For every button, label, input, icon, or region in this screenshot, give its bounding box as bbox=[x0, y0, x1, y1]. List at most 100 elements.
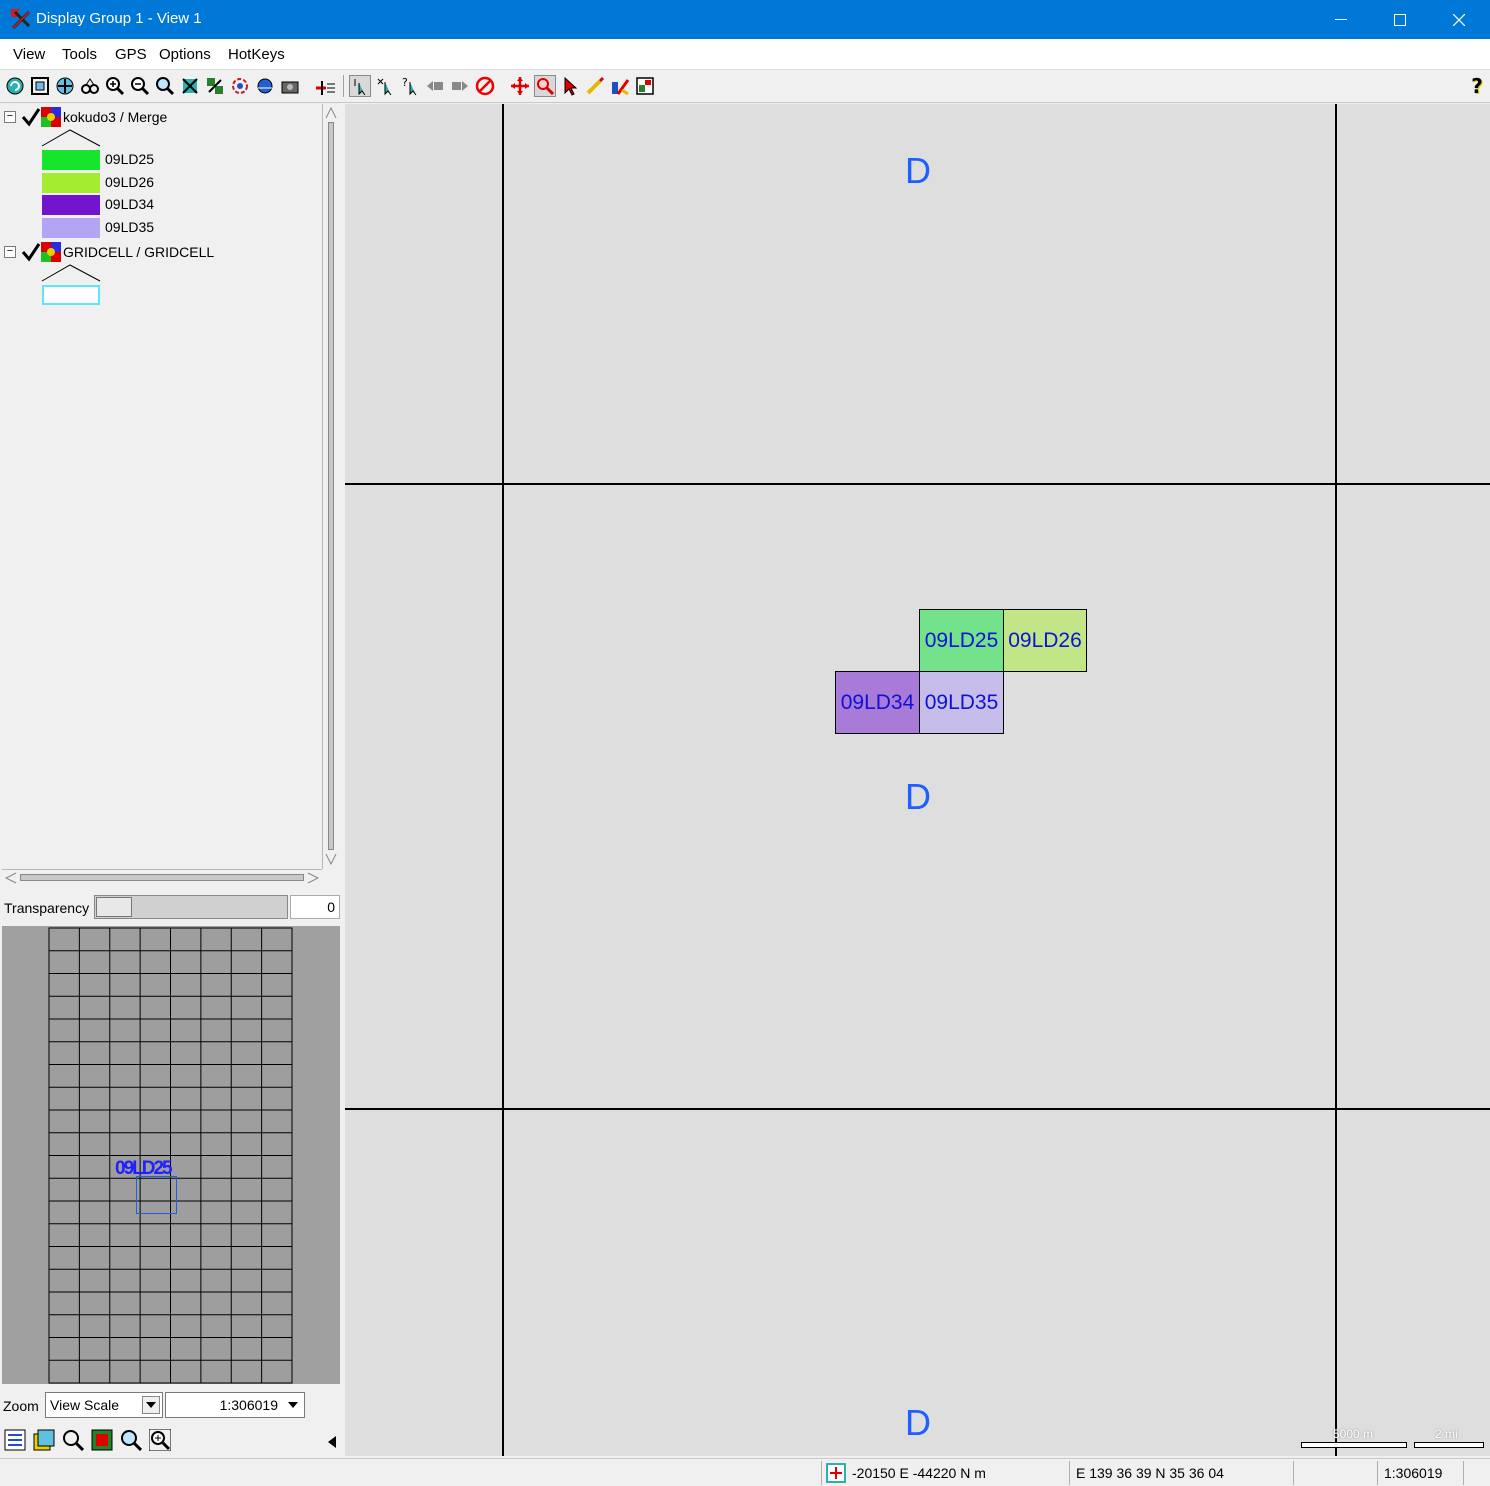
rotate-icon[interactable] bbox=[229, 75, 251, 97]
svg-text:?: ? bbox=[402, 76, 408, 89]
map-polygon-label: 09LD34 bbox=[840, 690, 915, 714]
layer-row-gridcell[interactable]: − GRIDCELL / GRIDCELL bbox=[4, 241, 214, 263]
transparency-label: Transparency bbox=[4, 900, 90, 916]
scroll-right-icon[interactable] bbox=[306, 871, 320, 887]
scalebar-imperial bbox=[1414, 1442, 1484, 1448]
map-polygon-09LD34[interactable]: 09LD34 bbox=[835, 671, 920, 734]
overview-grid bbox=[48, 927, 293, 1384]
scroll-left-icon[interactable] bbox=[4, 871, 18, 887]
chevron-down-icon[interactable] bbox=[142, 1396, 160, 1414]
zoom-region-icon[interactable] bbox=[120, 1429, 143, 1454]
menu-hotkeys[interactable]: HotKeys bbox=[228, 46, 285, 63]
measure-icon[interactable] bbox=[609, 75, 631, 97]
status-blank bbox=[1293, 1461, 1377, 1485]
pan-icon[interactable] bbox=[54, 75, 76, 97]
zoom-scale-select[interactable]: 1:306019 bbox=[165, 1392, 305, 1418]
toolbar-separator bbox=[343, 75, 344, 97]
legend-swatch-09LD35 bbox=[42, 218, 100, 238]
toolbar: ? ? bbox=[0, 71, 1490, 103]
zoom-scale-value: 1:306019 bbox=[219, 1397, 278, 1413]
scroll-thumb[interactable] bbox=[328, 122, 334, 850]
menu-options[interactable]: Options bbox=[159, 46, 211, 63]
collapse-toggle[interactable]: − bbox=[4, 246, 16, 258]
transparency-value[interactable]: 0 bbox=[290, 895, 340, 919]
map-polygon-label: 09LD35 bbox=[924, 690, 999, 714]
map-view[interactable]: D D D 09LD25 09LD26 09LD34 09LD35 5000 m… bbox=[345, 104, 1490, 1456]
zoom-box-icon[interactable] bbox=[79, 75, 101, 97]
layer-manager-icon[interactable] bbox=[204, 75, 226, 97]
zoom-mode-select[interactable]: View Scale bbox=[45, 1392, 163, 1418]
map-polygon-09LD25[interactable]: 09LD25 bbox=[919, 609, 1004, 672]
zoom-tool-icon[interactable] bbox=[534, 75, 556, 97]
layer-row-kokudo3[interactable]: − kokudo3 / Merge bbox=[4, 106, 167, 128]
legend-swatch-09LD26 bbox=[42, 173, 100, 193]
grid-line bbox=[502, 104, 504, 1456]
select-multiple-icon[interactable] bbox=[374, 75, 396, 97]
redraw-icon[interactable] bbox=[4, 75, 26, 97]
check-icon[interactable] bbox=[21, 107, 41, 127]
zoom-previous-icon[interactable] bbox=[154, 75, 176, 97]
transparency-slider[interactable] bbox=[94, 895, 288, 919]
forward-icon[interactable] bbox=[449, 75, 471, 97]
legend-vertical-scrollbar[interactable] bbox=[322, 104, 339, 869]
camera-icon[interactable] bbox=[279, 75, 301, 97]
search-icon[interactable] bbox=[62, 1429, 85, 1454]
scalebar-metric bbox=[1301, 1442, 1407, 1448]
overview-map[interactable]: 09LD25 bbox=[2, 926, 340, 1384]
map-icon[interactable] bbox=[91, 1429, 113, 1454]
layer-type-icon bbox=[41, 242, 61, 262]
maximize-button[interactable] bbox=[1371, 0, 1429, 39]
help-icon[interactable]: ? bbox=[1466, 74, 1488, 98]
zoom-extents-icon[interactable] bbox=[179, 75, 201, 97]
transparency-slider-thumb[interactable] bbox=[96, 897, 132, 917]
menu-bar: View Tools GPS Options HotKeys bbox=[0, 39, 1490, 70]
select-single-icon[interactable] bbox=[349, 75, 371, 97]
scalebar-imperial-label: 2 mi bbox=[1435, 1427, 1458, 1441]
zoom-in-icon[interactable] bbox=[104, 75, 126, 97]
transparency-control: Transparency 0 bbox=[0, 893, 340, 921]
map-polygon-09LD35[interactable]: 09LD35 bbox=[919, 671, 1004, 734]
list-icon[interactable] bbox=[4, 1429, 26, 1454]
close-button[interactable] bbox=[1430, 0, 1488, 39]
zoom-in-icon[interactable] bbox=[148, 1428, 172, 1454]
check-icon[interactable] bbox=[21, 242, 41, 262]
stop-icon[interactable] bbox=[474, 75, 496, 97]
overview-toolbar bbox=[0, 1426, 340, 1456]
scroll-up-icon[interactable] bbox=[325, 106, 337, 123]
snapshot-icon[interactable] bbox=[634, 75, 656, 97]
zoom-out-icon[interactable] bbox=[129, 75, 151, 97]
chevron-down-icon[interactable] bbox=[284, 1396, 302, 1414]
legend-swatch-gridcell bbox=[42, 285, 100, 305]
collapse-toggle[interactable]: − bbox=[4, 111, 16, 123]
app-icon bbox=[10, 8, 32, 30]
grid-cell-label: D bbox=[905, 776, 931, 817]
back-icon[interactable] bbox=[424, 75, 446, 97]
query-icon[interactable]: ? bbox=[399, 75, 421, 97]
status-geographic-coords: E 139 36 39 N 35 36 04 bbox=[1069, 1461, 1293, 1485]
projected-coords-text: -20150 E -44220 N m bbox=[852, 1465, 986, 1481]
line-style-icon bbox=[40, 128, 102, 151]
grid-line bbox=[1335, 104, 1337, 1456]
menu-tools[interactable]: Tools bbox=[62, 46, 97, 63]
menu-view[interactable]: View bbox=[13, 46, 45, 63]
move-icon[interactable] bbox=[509, 75, 531, 97]
layer-name: kokudo3 / Merge bbox=[63, 109, 168, 125]
globe-icon[interactable] bbox=[254, 75, 276, 97]
status-scale-text: 1:306019 bbox=[1384, 1465, 1443, 1481]
overview-view-extent[interactable] bbox=[136, 1176, 177, 1214]
pointer-icon[interactable] bbox=[559, 75, 581, 97]
line-style-icon bbox=[40, 263, 102, 286]
map-polygon-09LD26[interactable]: 09LD26 bbox=[1003, 609, 1087, 672]
layers-icon[interactable] bbox=[33, 1429, 55, 1454]
crosshair-icon[interactable] bbox=[826, 1463, 846, 1483]
collapse-panel-icon[interactable] bbox=[328, 1435, 336, 1451]
full-extent-icon[interactable] bbox=[29, 75, 51, 97]
legend-swatch-09LD25 bbox=[42, 150, 100, 170]
minimize-button[interactable] bbox=[1312, 0, 1370, 39]
scroll-thumb[interactable] bbox=[20, 874, 304, 881]
legend-horizontal-scrollbar[interactable] bbox=[2, 869, 322, 886]
sketch-icon[interactable] bbox=[584, 75, 606, 97]
menu-gps[interactable]: GPS bbox=[115, 46, 147, 63]
scroll-down-icon[interactable] bbox=[325, 852, 337, 869]
add-layer-icon[interactable] bbox=[314, 75, 336, 97]
